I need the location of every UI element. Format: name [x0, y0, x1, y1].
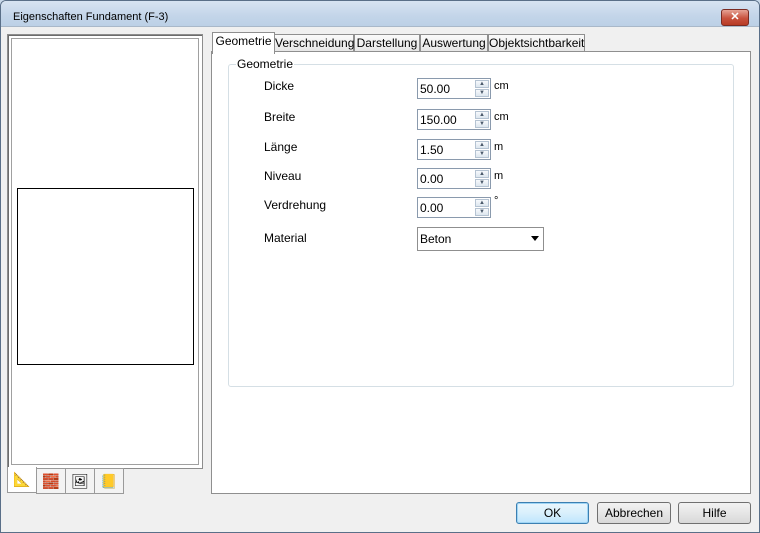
spin-up-icon[interactable]: ▲ — [475, 111, 489, 119]
dicke-spinner[interactable]: 50.00 ▲ ▼ — [417, 78, 491, 99]
spin-down-icon[interactable]: ▼ — [475, 179, 489, 187]
window-title: Eigenschaften Fundament (F-3) — [13, 11, 169, 23]
spin-down-icon[interactable]: ▼ — [475, 208, 489, 216]
icon-tab-note[interactable]: 📒 — [94, 468, 124, 494]
laenge-spinner[interactable]: 1.50 ▲ ▼ — [417, 139, 491, 160]
icon-tab-blocks[interactable]: 🧱 — [36, 468, 66, 494]
close-button[interactable]: ✕ — [721, 9, 749, 26]
spin-down-icon[interactable]: ▼ — [475, 150, 489, 158]
cancel-button[interactable]: Abbrechen — [597, 502, 671, 524]
breite-unit: cm — [494, 111, 509, 123]
properties-dialog: Eigenschaften Fundament (F-3) ✕ 📐 🧱 🖼 📒 … — [0, 0, 760, 533]
laenge-unit: m — [494, 141, 504, 153]
niveau-unit: m — [494, 170, 504, 182]
dicke-label: Dicke — [264, 79, 295, 93]
material-label: Material — [264, 231, 307, 245]
spin-up-icon[interactable]: ▲ — [475, 170, 489, 178]
verdrehung-label: Verdrehung — [264, 198, 327, 212]
tab-geometrie[interactable]: Geometrie — [212, 32, 275, 54]
material-value: Beton — [420, 232, 452, 246]
laenge-value: 1.50 — [420, 143, 444, 157]
dicke-unit: cm — [494, 80, 509, 92]
icon-tab-drawing[interactable]: 📐 — [7, 467, 37, 493]
breite-spinner[interactable]: 150.00 ▲ ▼ — [417, 109, 491, 130]
image-icon: 🖼 — [71, 472, 89, 489]
icon-tab-strip: 📐 🧱 🖼 📒 — [7, 467, 201, 494]
group-label: Geometrie — [236, 57, 295, 71]
dialog-body: 📐 🧱 🖼 📒 Geometrie Verschneidung Darstell… — [1, 26, 759, 532]
help-button[interactable]: Hilfe — [678, 502, 751, 524]
spin-up-icon[interactable]: ▲ — [475, 199, 489, 207]
ok-button[interactable]: OK — [516, 502, 589, 524]
spin-down-icon[interactable]: ▼ — [475, 120, 489, 128]
material-select[interactable]: Beton — [417, 227, 544, 251]
verdrehung-unit: ° — [494, 195, 499, 207]
title-bar[interactable]: Eigenschaften Fundament (F-3) ✕ — [1, 1, 759, 26]
laenge-label: Länge — [264, 140, 298, 154]
icon-tab-image[interactable]: 🖼 — [65, 468, 95, 494]
verdrehung-value: 0.00 — [420, 201, 444, 215]
dicke-value: 50.00 — [420, 82, 451, 96]
breite-value: 150.00 — [420, 113, 457, 127]
geometry-group: Geometrie Dicke 50.00 ▲ ▼ cm Breite 150.0… — [228, 57, 734, 387]
note-icon: 📒 — [100, 472, 118, 489]
breite-label: Breite — [264, 110, 296, 124]
niveau-label: Niveau — [264, 169, 302, 183]
chevron-down-icon — [531, 236, 539, 241]
niveau-value: 0.00 — [420, 172, 444, 186]
spin-up-icon[interactable]: ▲ — [475, 141, 489, 149]
spin-down-icon[interactable]: ▼ — [475, 89, 489, 97]
drawing-tool-icon: 📐 — [13, 471, 31, 487]
foundation-preview-shape — [17, 188, 194, 365]
geometry-panel: Geometrie Dicke 50.00 ▲ ▼ cm Breite 150.0… — [211, 51, 751, 494]
niveau-spinner[interactable]: 0.00 ▲ ▼ — [417, 168, 491, 189]
verdrehung-spinner[interactable]: 0.00 ▲ ▼ — [417, 197, 491, 218]
spin-up-icon[interactable]: ▲ — [475, 80, 489, 88]
blocks-icon: 🧱 — [42, 472, 60, 489]
